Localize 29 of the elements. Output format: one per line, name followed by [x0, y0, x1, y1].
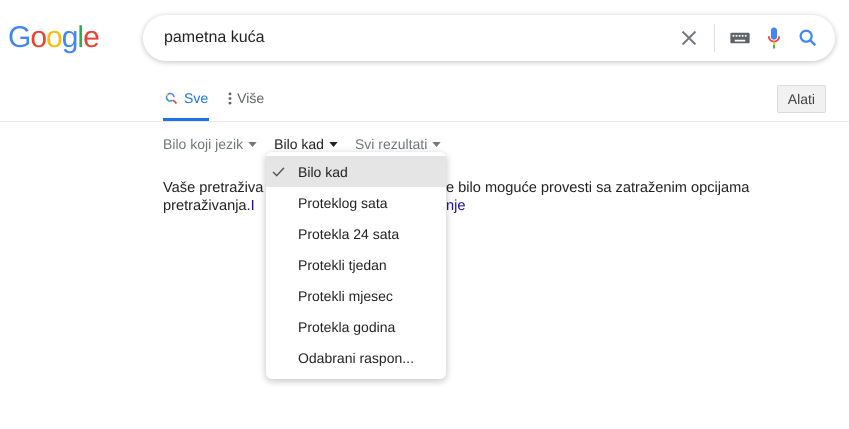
link[interactable]: nje	[446, 197, 750, 215]
tools-button[interactable]: Alati	[776, 85, 826, 113]
check-icon	[272, 167, 285, 177]
more-icon	[228, 92, 232, 104]
logo[interactable]: Google	[8, 23, 143, 53]
message-text: Vaše pretraživa	[163, 179, 264, 197]
tab[interactable]: Sve	[163, 85, 210, 121]
search-icon	[164, 90, 179, 106]
message-text: pretraživanja.	[163, 198, 251, 214]
link[interactable]: I	[250, 198, 255, 214]
tab[interactable]: Više	[227, 85, 266, 121]
menu-item[interactable]: Bilo kad	[266, 156, 446, 187]
caret-icon	[432, 142, 442, 146]
menu-item[interactable]: Protekli mjesec	[266, 280, 446, 311]
menu-item[interactable]: Protekla 24 sata	[266, 218, 446, 249]
menu-item[interactable]: Protekli tjedan	[266, 249, 446, 280]
microphone-icon[interactable]	[767, 26, 781, 50]
search-field[interactable]: pametna kuća	[164, 29, 662, 47]
menu-item[interactable]: Proteklog sata	[266, 187, 446, 218]
filter-dropdown[interactable]: Svi rezultati	[354, 136, 442, 152]
filter-dropdown[interactable]: Bilo kad	[274, 136, 338, 152]
filter-dropdown[interactable]: Bilo koji jezik	[163, 136, 258, 152]
menu-item[interactable]: Protekla godina	[266, 311, 446, 342]
caret-icon	[248, 142, 258, 146]
menu-item[interactable]: Odabrani raspon...	[266, 342, 446, 373]
keyboard-icon[interactable]	[729, 31, 751, 45]
search-icon[interactable]	[797, 27, 819, 49]
message-text: e bilo moguće provesti sa zatraženim opcijama	[446, 179, 750, 197]
caret-icon	[328, 142, 338, 146]
